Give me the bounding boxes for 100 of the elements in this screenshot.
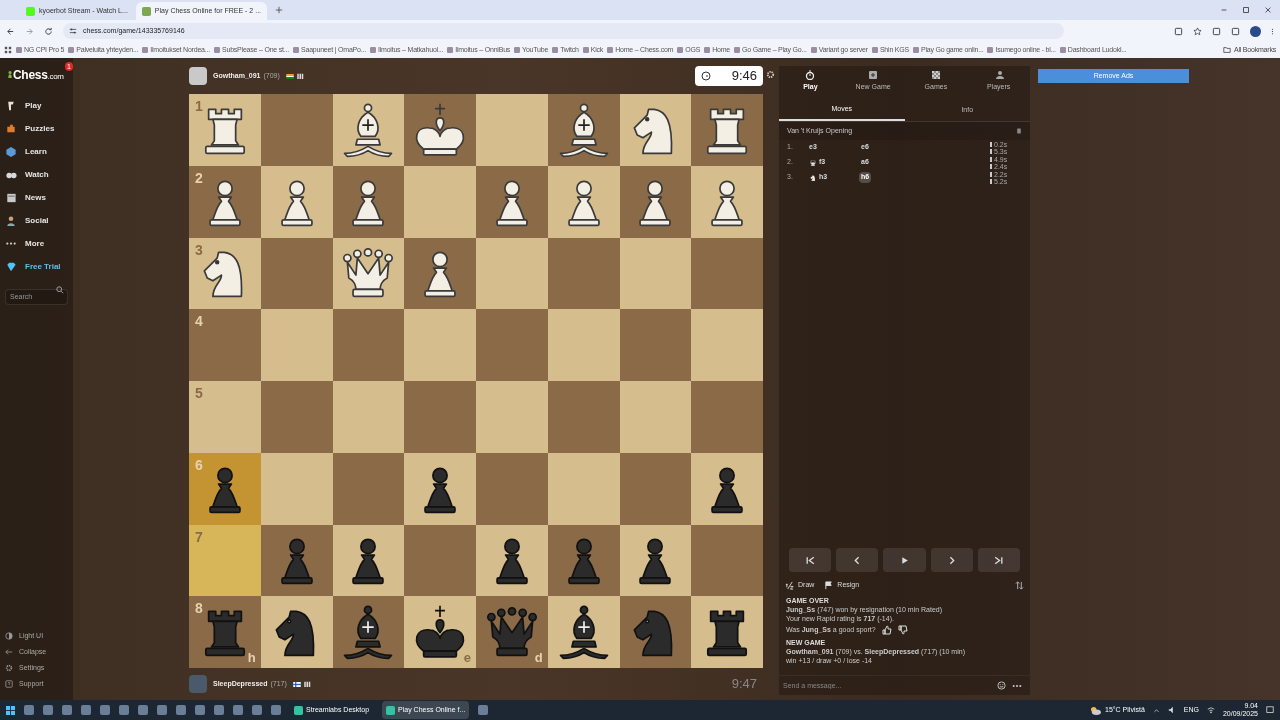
site-icon bbox=[447, 47, 454, 53]
volume-icon[interactable] bbox=[1167, 706, 1176, 714]
chevron-up-icon[interactable] bbox=[1152, 706, 1160, 714]
start-icon[interactable] bbox=[6, 705, 15, 715]
pawn-logo-icon bbox=[7, 69, 13, 81]
flag-icon bbox=[292, 681, 301, 687]
skip-forward-icon bbox=[993, 554, 1005, 566]
queen-icon bbox=[809, 158, 817, 167]
timer-icon bbox=[701, 71, 711, 81]
site-icon bbox=[552, 47, 559, 53]
connection-bars-icon bbox=[296, 73, 305, 79]
site-icon bbox=[214, 47, 220, 53]
rank-label: 4 bbox=[195, 312, 203, 332]
people-icon bbox=[5, 214, 17, 227]
site-icon bbox=[987, 47, 994, 53]
restore-icon[interactable] bbox=[1242, 6, 1250, 14]
reload-icon[interactable] bbox=[44, 26, 53, 36]
search-icon[interactable] bbox=[56, 286, 64, 294]
close-icon[interactable] bbox=[1264, 6, 1272, 14]
site-icon bbox=[16, 47, 22, 53]
site-settings-icon bbox=[69, 27, 77, 35]
site-icon bbox=[582, 47, 589, 53]
site-icon bbox=[26, 6, 35, 16]
thumbs-up-icon[interactable] bbox=[881, 625, 892, 636]
stopwatch-icon bbox=[805, 69, 816, 80]
site-icon bbox=[68, 47, 75, 53]
skip-back-icon bbox=[804, 554, 816, 566]
help-icon bbox=[5, 680, 13, 688]
site-icon bbox=[677, 47, 684, 53]
rank-label: 3 bbox=[195, 240, 203, 260]
install-icon[interactable] bbox=[1174, 26, 1183, 36]
sidebar-item[interactable]: Puzzles bbox=[5, 117, 68, 140]
profile-avatar[interactable] bbox=[1250, 25, 1261, 37]
folder-icon bbox=[1223, 46, 1231, 54]
sidebar-item[interactable]: News bbox=[5, 186, 68, 209]
site-icon bbox=[607, 47, 614, 53]
flag-icon bbox=[824, 580, 834, 590]
play-icon bbox=[899, 554, 910, 566]
settings-icon bbox=[5, 664, 13, 672]
site-icon bbox=[293, 47, 299, 53]
cap-icon bbox=[5, 145, 17, 158]
plus-icon[interactable] bbox=[275, 6, 284, 14]
flag-icon bbox=[285, 73, 294, 79]
menu-icon[interactable] bbox=[1271, 26, 1274, 36]
file-label: d bbox=[534, 648, 543, 667]
plus-square-icon bbox=[868, 69, 879, 80]
site-icon bbox=[704, 47, 711, 53]
wifi-icon[interactable] bbox=[1206, 706, 1215, 714]
light-mode-icon bbox=[5, 632, 13, 640]
more-icon[interactable] bbox=[1012, 683, 1022, 688]
sidebar-item[interactable]: Learn bbox=[5, 140, 68, 163]
sidebar-item[interactable]: Watch bbox=[5, 163, 68, 186]
emoji-icon[interactable] bbox=[997, 681, 1006, 690]
nav-control-button[interactable] bbox=[883, 548, 926, 572]
sidebar-item[interactable]: Play bbox=[5, 94, 68, 117]
rank-label: 7 bbox=[195, 527, 203, 547]
avatar bbox=[189, 67, 207, 85]
nav-control-button[interactable] bbox=[977, 548, 1020, 572]
clock-time: 9:47 bbox=[731, 675, 757, 694]
site-icon bbox=[734, 47, 740, 53]
site-icon bbox=[912, 47, 919, 53]
sidebar-item[interactable]: More bbox=[5, 232, 68, 255]
sidebar-item[interactable]: Social bbox=[5, 209, 68, 232]
site-icon bbox=[1059, 47, 1066, 53]
rank-label: 8 bbox=[195, 599, 203, 619]
puzzle-icon bbox=[5, 122, 17, 135]
thumbs-down-icon[interactable] bbox=[897, 625, 908, 636]
half-icon bbox=[785, 580, 794, 590]
sidebar-item[interactable]: Free Trial bbox=[5, 255, 68, 278]
notification-icon[interactable] bbox=[1266, 706, 1274, 714]
site-icon bbox=[810, 47, 817, 53]
rank-label: 5 bbox=[195, 384, 203, 403]
site-icon bbox=[871, 47, 878, 53]
site-icon bbox=[141, 6, 151, 16]
file-label: e bbox=[463, 648, 471, 667]
diamond-icon bbox=[5, 260, 17, 273]
flip-board-icon[interactable] bbox=[1015, 580, 1024, 590]
knight-icon bbox=[809, 173, 817, 182]
board-icon bbox=[930, 69, 941, 80]
avatar bbox=[189, 675, 207, 693]
apps-grid-icon[interactable] bbox=[4, 46, 12, 54]
clock-time: 9:46 bbox=[731, 67, 757, 86]
settings-icon[interactable] bbox=[766, 70, 775, 79]
pawn-icon bbox=[5, 99, 17, 112]
star-icon[interactable] bbox=[1193, 26, 1202, 36]
app-icon bbox=[386, 705, 396, 715]
app-icon[interactable] bbox=[478, 705, 489, 715]
newspaper-icon bbox=[5, 191, 17, 204]
rank-label: 1 bbox=[195, 97, 203, 116]
people-icon bbox=[993, 69, 1004, 80]
file-label: h bbox=[247, 648, 256, 667]
rank-label: 2 bbox=[195, 168, 203, 188]
logo-text: Chess.com bbox=[13, 67, 64, 84]
nav-control-button[interactable] bbox=[789, 548, 832, 572]
media-icon[interactable] bbox=[1231, 26, 1240, 36]
app-icon bbox=[294, 705, 303, 715]
collapse-icon bbox=[5, 648, 13, 656]
back-icon[interactable] bbox=[6, 26, 15, 36]
extensions-icon[interactable] bbox=[1212, 26, 1221, 36]
site-icon bbox=[514, 47, 521, 53]
